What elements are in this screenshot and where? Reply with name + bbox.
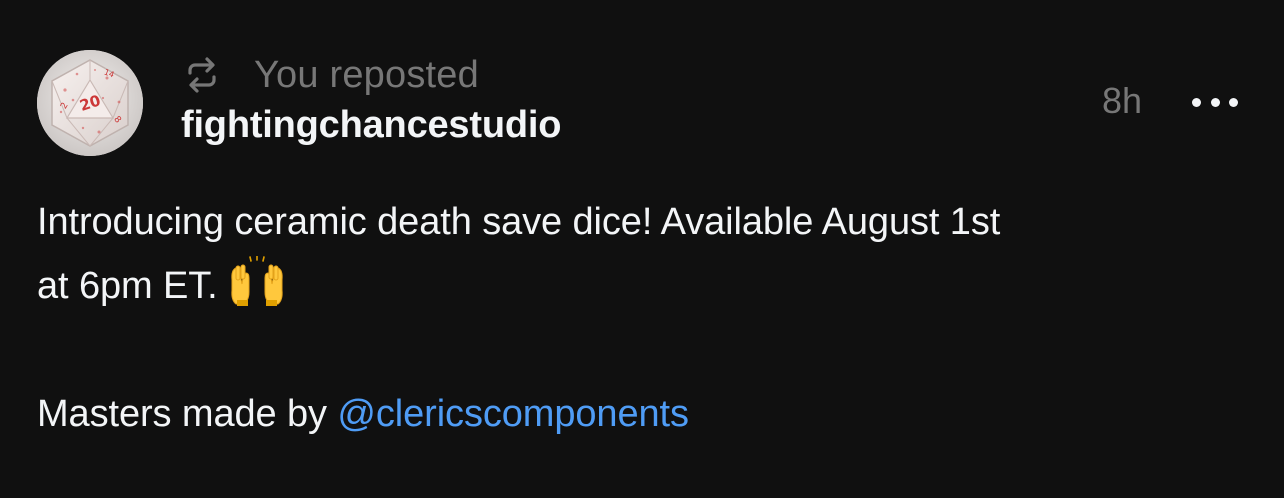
post-text-segment: Masters made by: [37, 393, 338, 435]
repost-icon: [182, 55, 222, 95]
post-body: Introducing ceramic death save dice! Ava…: [37, 190, 1247, 446]
raising-hands-emoji-icon: [228, 255, 286, 306]
more-dots-icon: [1192, 97, 1201, 107]
more-dots-icon: [1210, 97, 1220, 107]
repost-indicator: You reposted: [182, 52, 479, 98]
post-text-line: at 6pm ET.: [37, 254, 1247, 318]
post-text-line: Masters made by @clericscomponents: [37, 382, 1247, 446]
post-text-segment: at 6pm ET.: [37, 265, 218, 307]
mention-link[interactable]: @clericscomponents: [337, 393, 689, 435]
repost-label: You reposted: [254, 53, 479, 96]
thread-post: 20 14 2 8 You reposted fightingchancestu…: [0, 0, 1284, 498]
post-text-line: Introducing ceramic death save dice! Ava…: [37, 201, 1001, 243]
post-blank-line: [37, 318, 1247, 382]
author-username[interactable]: fightingchancestudio: [181, 104, 561, 147]
more-dots-icon: [1229, 97, 1238, 107]
more-options-button[interactable]: [1190, 84, 1240, 120]
avatar[interactable]: 20 14 2 8: [37, 50, 143, 156]
post-timestamp: 8h: [1102, 80, 1143, 121]
d20-dice-icon: 20 14 2 8: [37, 50, 143, 156]
